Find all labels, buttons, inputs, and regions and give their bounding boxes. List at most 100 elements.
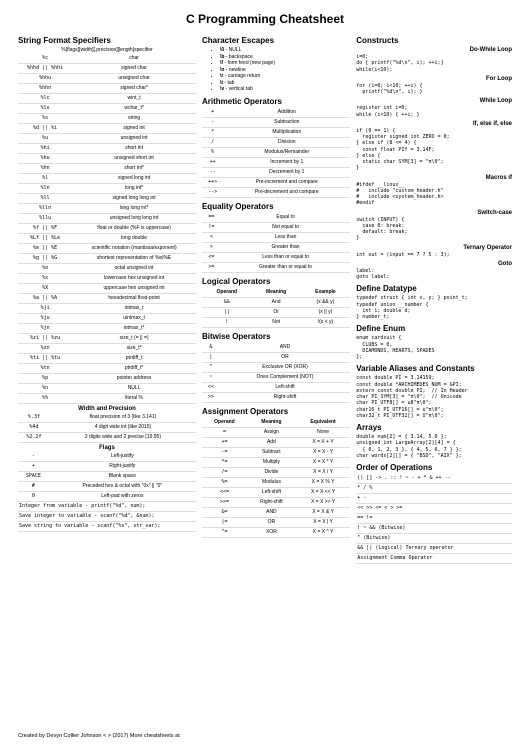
table-row: %4d4 digit wide int (like 2015) — [18, 423, 196, 433]
char-escapes-list: \0 - NULL\b - backspace\f - form feed (n… — [202, 47, 350, 93]
table-row: %znsize_t* — [18, 344, 196, 354]
while-heading: While Loop — [356, 98, 512, 104]
column-1: String Format Specifiers %[flags][width]… — [18, 32, 196, 564]
table-row: + - — [356, 494, 512, 504]
table-row: &AND — [202, 343, 350, 353]
order-ops-table: () [] -> . :: ! ~ - + * & ++ --* / %+ -<… — [356, 474, 512, 564]
bitwise-table: &AND|OR^Exclusive OR (XOR)~Ones Compleme… — [202, 343, 350, 403]
arithmetic-table: +Addition-Subtraction*Multiplication/Div… — [202, 108, 350, 198]
table-row: %lsigned long int — [18, 174, 196, 184]
table-row: %f || %Ffloat or double (%F is uppercase… — [18, 224, 196, 234]
column-3: Constructs Do-While Loop i=0; do { print… — [356, 32, 512, 564]
table-row: *=MultiplyX = X * Y — [202, 457, 350, 467]
macros-code: #ifdef __linux__ # include "custom_heade… — [356, 182, 512, 207]
table-row: %ti || %tuptrdiff_t — [18, 354, 196, 364]
assignment-heading: Assignment Operators — [202, 407, 350, 416]
for-code: for (i=0; i<10; ++i) { printf("%d\n", i)… — [356, 83, 512, 96]
assignment-table: OperandMeaningEquivalent=AssignNone+=Add… — [202, 418, 350, 538]
ternary-heading: Ternary Operator — [356, 245, 512, 251]
table-row: %hhnsigned char* — [18, 84, 196, 94]
table-row: %zi || %zusize_t (= || =) — [18, 334, 196, 344]
table-row: >>Right-shift — [202, 392, 350, 402]
ternary-code: int out = (input == 7 ? 5 : 3); — [356, 252, 512, 258]
char-escapes-heading: Character Escapes — [202, 36, 350, 45]
table-row: /Division — [202, 137, 350, 147]
table-row: == != — [356, 514, 512, 524]
table-row: %jiintmax_t — [18, 304, 196, 314]
table-row: %cchar — [18, 54, 196, 64]
table-row: #Preceded hex & octal with "0x" || "0" — [18, 482, 196, 492]
format-specifiers-heading: String Format Specifiers — [18, 36, 196, 45]
columns-container: String Format Specifiers %[flags][width]… — [18, 32, 512, 564]
define-enum-heading: Define Enum — [356, 324, 512, 333]
bitwise-heading: Bitwise Operators — [202, 332, 350, 341]
arithmetic-heading: Arithmetic Operators — [202, 97, 350, 106]
table-row: %jnintmax_t* — [18, 324, 196, 334]
table-row: %tnptrdiff_t* — [18, 364, 196, 374]
table-row: &&And(x && y) — [202, 297, 350, 307]
while-code: register int i=0; while (i<10) { ++i; } — [356, 105, 512, 118]
table-row: ^Exclusive OR (XOR) — [202, 362, 350, 372]
table-row: && || (Logical) Ternary operator — [356, 544, 512, 554]
table-row: <=Less than or equal to — [202, 252, 350, 262]
format-specifiers-sub: %[flags][width][.precision][length]speci… — [18, 47, 196, 53]
width-precision-heading: Width and Precision — [18, 406, 196, 412]
table-row: %sstring — [18, 114, 196, 124]
macros-heading: Macros if — [356, 175, 512, 181]
width-precision-table: %.3ffloat precision of 3 (like 3.141)%4d… — [18, 413, 196, 443]
table-row: %ooctal unsigned int — [18, 264, 196, 274]
table-row: %juuintmax_t — [18, 314, 196, 324]
table-row: %e || %Escientific notation (mantissa/ex… — [18, 244, 196, 254]
table-row: %llnlong long int* — [18, 204, 196, 214]
order-ops-heading: Order of Operations — [356, 463, 512, 472]
for-heading: For Loop — [356, 76, 512, 82]
table-row: Save integer to variable - scanf("%d", &… — [18, 512, 196, 522]
var-aliases-code: const double PI = 3.14159; const double … — [356, 375, 512, 419]
table-row: -->Pre-decrement and compare — [202, 187, 350, 197]
table-row: <<=Left-shiftX = X << Y — [202, 487, 350, 497]
flags-table: -Left-justify+Right-justifySPACEBlank sp… — [18, 452, 196, 502]
table-row: %hishort int — [18, 144, 196, 154]
table-row: |OR — [202, 352, 350, 362]
table-row: +=AddX = X + Y — [202, 437, 350, 447]
table-row: -Left-justify — [18, 452, 196, 462]
table-row: %Xuppercase hex unsigned int — [18, 284, 196, 294]
dowhile-heading: Do-While Loop — [356, 47, 512, 53]
table-row: %lswchar_t* — [18, 104, 196, 114]
table-row: >=Greater than or equal to — [202, 262, 350, 272]
arrays-code: double num[2] = { 3.14, 5.0 }; unsigned … — [356, 434, 512, 459]
equality-heading: Equality Operators — [202, 202, 350, 211]
table-row: * / % — [356, 484, 512, 494]
goto-heading: Goto — [356, 261, 512, 267]
table-row: %lnlong int* — [18, 184, 196, 194]
table-row: Save string to variable - scanf("%s", st… — [18, 522, 196, 532]
table-row: () [] -> . :: ! ~ - + * & ++ -- — [356, 474, 512, 484]
table-row: +Addition — [202, 108, 350, 118]
switch-code: switch (INPUT) { case 0: break; default:… — [356, 217, 512, 242]
table-row: -Subtraction — [202, 117, 350, 127]
table-row: --Decrement by 1 — [202, 167, 350, 177]
table-row: %uunsigned int — [18, 134, 196, 144]
if-heading: If, else if, else — [356, 121, 512, 127]
table-row: %lluunsigned long long int — [18, 214, 196, 224]
table-row: %huunsigned short int — [18, 154, 196, 164]
table-row: <<Left-shift — [202, 382, 350, 392]
define-datatype-code: typedef struct { int x, y; } point_t; ty… — [356, 295, 512, 320]
page-title: C Programming Cheatsheet — [18, 12, 512, 26]
table-row: Integer from variable - printf("%d", num… — [18, 502, 196, 512]
table-row: %hhuunsigned char — [18, 74, 196, 84]
table-row: !Not!(x < y) — [202, 317, 350, 327]
table-row: %Modulus/Remainder — [202, 147, 350, 157]
table-row: <Less than — [202, 232, 350, 242]
table-row: << >> <= < > >= — [356, 504, 512, 514]
logical-table: OperandMeaningExample&&And(x && y)||Or(x… — [202, 288, 350, 328]
var-aliases-heading: Variable Aliases and Constants — [356, 364, 512, 373]
table-row: %Lf || %Lelong double — [18, 234, 196, 244]
column-2: Character Escapes \0 - NULL\b - backspac… — [202, 32, 350, 564]
table-row: %xlowercase hex unsigned int — [18, 274, 196, 284]
table-row: -=SubtractX = X - Y — [202, 447, 350, 457]
table-row: =AssignNone — [202, 427, 350, 437]
arrays-heading: Arrays — [356, 423, 512, 432]
format-specifiers-table: %cchar%hhd || %hhisigned char%hhuunsigne… — [18, 54, 196, 404]
table-row: %d || %isigned int — [18, 124, 196, 134]
